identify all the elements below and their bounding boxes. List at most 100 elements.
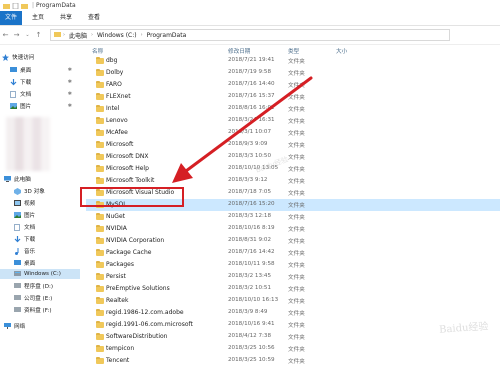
sidebar-item-label: Windows (C:) [24,271,61,277]
table-row[interactable]: FLEXnet 2018/7/16 15:37 文件夹 [86,91,500,103]
file-date: 2018/3/3 12:18 [228,213,272,219]
sidebar-item-documents[interactable]: 文档 ✱ [10,89,80,99]
table-row[interactable]: FARO 2018/7/16 14:40 文件夹 [86,79,500,91]
picture-icon [14,212,21,218]
file-type: 文件夹 [288,263,305,269]
table-row[interactable]: Lenovo 2018/3/24 16:31 文件夹 [86,115,500,127]
sidebar-item-label: 桌面 [20,68,32,74]
table-row[interactable]: NuGet 2018/3/3 12:18 文件夹 [86,211,500,223]
folder-icon [96,93,104,100]
sidebar-item-label: 资料盘 (F:) [24,308,52,314]
back-arrow-icon[interactable]: ← [0,31,11,39]
table-row[interactable]: Dolby 2018/7/19 9:58 文件夹 [86,67,500,79]
breadcrumb-drive-c[interactable]: Windows (C:) [97,32,137,39]
table-row[interactable]: regid.1986-12.com.adobe 2018/3/9 8:49 文件夹 [86,307,500,319]
up-arrow-icon[interactable]: ↑ [33,31,44,39]
sidebar-item-documents-pc[interactable]: 文档 [14,222,80,232]
sidebar-item-3d-objects[interactable]: 3D 对象 [14,186,80,196]
tab-share[interactable]: 共享 [52,11,80,25]
table-row[interactable]: SoftwareDistribution 2018/4/12 7:38 文件夹 [86,331,500,343]
sidebar-item-label: 公司盘 (E:) [24,296,53,302]
file-name: SoftwareDistribution [106,333,168,340]
chevron-right-icon: › [140,32,143,38]
table-row[interactable]: Microsoft Toolkit 2018/3/3 9:12 文件夹 [86,175,500,187]
folder-icon [96,261,104,268]
breadcrumb-programdata[interactable]: ProgramData [147,32,187,39]
sidebar-item-desktop[interactable]: 桌面 ✱ [10,65,80,75]
column-header-type[interactable]: 类型 [288,47,299,55]
new-folder-icon[interactable] [21,3,28,9]
file-date: 2018/3/3 10:50 [228,153,272,159]
table-row[interactable]: PreEmptive Solutions 2018/3/2 10:51 文件夹 [86,283,500,295]
table-row[interactable]: McAfee 2018/3/1 10:07 文件夹 [86,127,500,139]
file-date: 2018/7/21 19:41 [228,57,275,63]
network-icon [4,323,11,329]
file-type: 文件夹 [288,215,305,221]
file-name: FARO [106,81,122,88]
drive-icon [14,283,21,289]
sidebar-item-drive-e[interactable]: 公司盘 (E:) [14,293,80,303]
sidebar-item-music[interactable]: 音乐 [14,246,80,256]
tab-file[interactable]: 文件 [0,11,23,25]
file-date: 2018/10/16 9:41 [228,321,275,327]
table-row[interactable]: dbg 2018/7/21 19:41 文件夹 [86,55,500,67]
folder-icon [96,141,104,148]
file-date: 2018/7/16 14:42 [228,249,275,255]
sidebar-item-this-pc[interactable]: 此电脑 [4,174,84,184]
table-row[interactable]: Microsoft 2018/9/3 9:09 文件夹 [86,139,500,151]
desktop-icon [10,67,17,73]
folder-icon [96,213,104,220]
table-row[interactable]: Packages 2018/10/11 9:58 文件夹 [86,259,500,271]
sidebar-item-downloads-pc[interactable]: 下载 [14,234,80,244]
table-row[interactable]: Package Cache 2018/7/16 14:42 文件夹 [86,247,500,259]
folder-icon [96,165,104,172]
qat-divider: | [32,2,35,9]
sidebar-item-drive-c[interactable]: Windows (C:) [0,269,80,279]
table-row[interactable]: Intel 2018/8/16 16:02 文件夹 [86,103,500,115]
file-type: 文件夹 [288,311,305,317]
navigation-pane: 快速访问 桌面 ✱ 下载 ✱ 文档 ✱ 图片 ✱ 此电脑 3D 对象 视频 图片… [0,45,80,340]
file-type: 文件夹 [288,71,305,77]
breadcrumb-this-pc[interactable]: 此电脑 [69,31,87,40]
sidebar-item-drive-f[interactable]: 资料盘 (F:) [14,305,80,315]
file-type: 文件夹 [288,131,305,137]
column-header-size[interactable]: 大小 [336,47,347,55]
table-row[interactable]: Tencent 2018/3/25 10:59 文件夹 [86,355,500,367]
folder-icon [96,273,104,280]
sidebar-item-quick-access[interactable]: 快速访问 [2,52,82,62]
table-row[interactable]: Microsoft Help 2018/10/10 13:05 文件夹 [86,163,500,175]
file-name: Lenovo [106,117,128,124]
sidebar-item-pictures-pc[interactable]: 图片 [14,210,80,220]
file-type: 文件夹 [288,347,305,353]
folder-icon [96,177,104,184]
file-date: 2018/4/12 7:38 [228,333,272,339]
computer-icon [4,176,11,182]
sidebar-item-label: 桌面 [24,261,36,267]
address-bar[interactable]: › 此电脑 › Windows (C:) › ProgramData [50,29,450,41]
sidebar-item-network[interactable]: 网络 [4,321,84,331]
sidebar-item-videos[interactable]: 视频 [14,198,80,208]
table-row[interactable]: Realtek 2018/10/10 16:13 文件夹 [86,295,500,307]
forward-arrow-icon[interactable]: → [11,31,22,39]
table-row[interactable]: Microsoft DNX 2018/3/3 10:50 文件夹 [86,151,500,163]
table-row[interactable]: NVIDIA 2018/10/16 8:19 文件夹 [86,223,500,235]
tab-home[interactable]: 主页 [24,11,52,25]
sidebar-item-pictures[interactable]: 图片 ✱ [10,101,80,111]
tab-view[interactable]: 查看 [80,11,108,25]
table-row[interactable]: Persist 2018/3/2 13:45 文件夹 [86,271,500,283]
chevron-down-icon[interactable]: ⌄ [22,32,33,38]
sidebar-item-drive-d[interactable]: 程序盘 (D:) [14,281,80,291]
file-date: 2018/9/3 9:09 [228,141,268,147]
column-header-name[interactable]: 名称 [92,47,103,55]
cube-icon [14,188,21,195]
sidebar-item-desktop-pc[interactable]: 桌面 [14,258,80,268]
column-header-date[interactable]: 修改日期 [228,47,250,55]
file-name: Intel [106,105,120,112]
table-row[interactable]: NVIDIA Corporation 2018/8/31 9:02 文件夹 [86,235,500,247]
sidebar-item-downloads[interactable]: 下载 ✱ [10,77,80,87]
folder-icon [96,297,104,304]
ribbon-tabs: 文件 主页 共享 查看 [0,11,500,26]
properties-icon[interactable] [12,2,19,9]
folder-icon [96,129,104,136]
table-row[interactable]: tempicon 2018/3/25 10:56 文件夹 [86,343,500,355]
